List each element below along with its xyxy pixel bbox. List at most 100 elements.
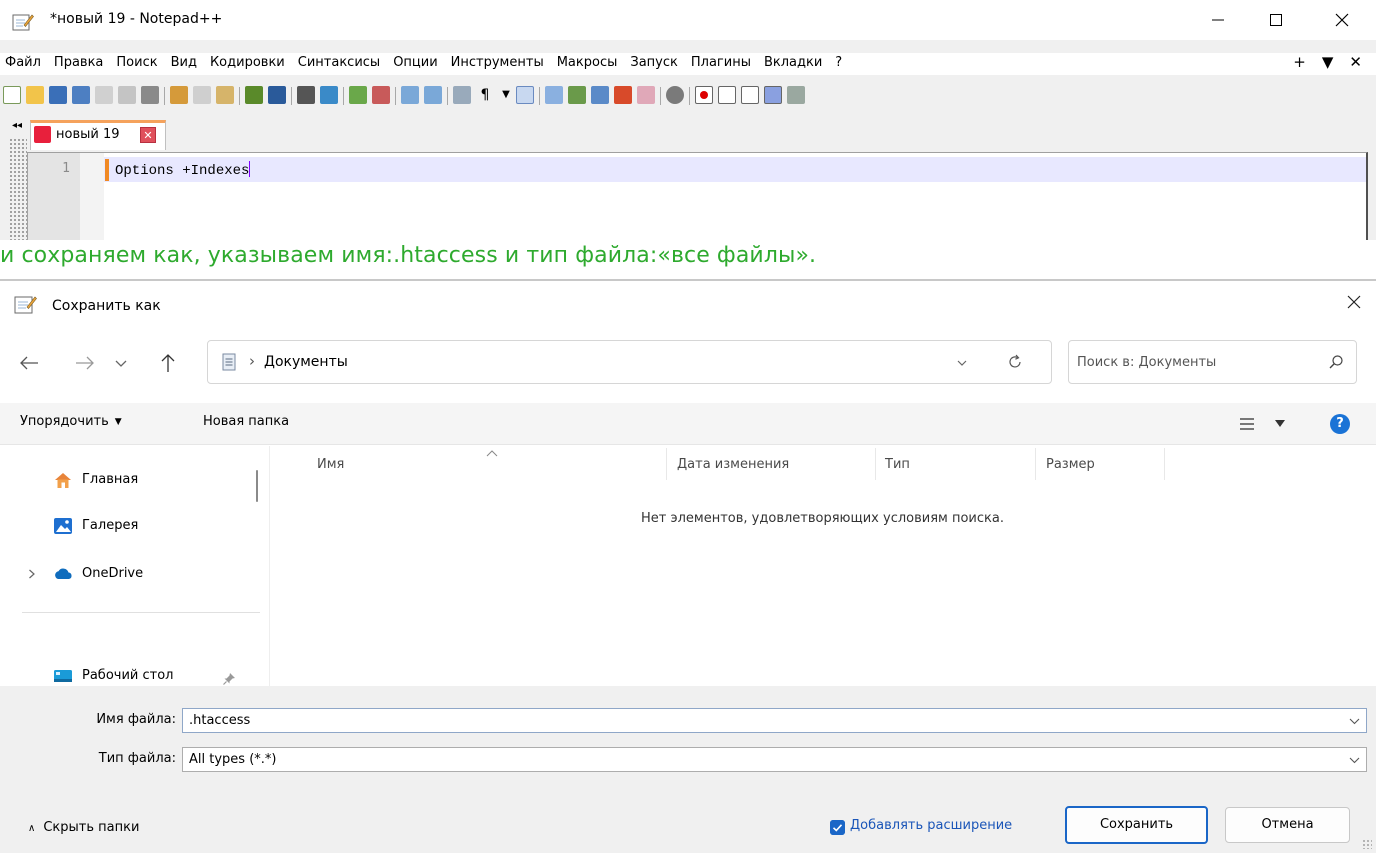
indent-guide-dropdown-icon[interactable]: ▼ [497,86,515,104]
pane-splitter[interactable] [269,446,270,686]
find-icon[interactable] [297,86,315,104]
menu-file[interactable]: Файл [5,55,41,70]
nav-item-onedrive[interactable]: OneDrive [0,559,250,589]
maximize-icon[interactable] [1264,10,1288,30]
hide-folders-toggle[interactable]: ∧ Скрыть папки [28,820,139,835]
zoom-in-icon[interactable] [349,86,367,104]
sync-horizontal-icon[interactable] [424,86,442,104]
menu-window[interactable]: Вкладки [764,55,822,70]
new-file-icon[interactable] [3,86,21,104]
doc-list-icon[interactable] [591,86,609,104]
menu-help[interactable]: ? [835,55,842,70]
search-icon[interactable] [1328,354,1344,370]
column-header-name[interactable]: Имя [317,457,344,472]
monitoring-icon[interactable] [666,86,684,104]
copy-icon[interactable] [193,86,211,104]
pin-icon[interactable] [222,672,236,686]
minimize-icon[interactable] [1206,10,1230,30]
editor-line[interactable]: Options +Indexes [115,161,251,179]
save-macro-icon[interactable] [787,86,805,104]
cancel-button[interactable]: Отмена [1225,807,1350,843]
word-wrap-icon[interactable] [453,86,471,104]
resize-grip[interactable] [1362,839,1372,849]
search-input[interactable] [1077,350,1307,374]
close-file-icon[interactable] [95,86,113,104]
add-extension-label[interactable]: Добавлять расширение [850,818,1012,833]
close-all-icon[interactable] [118,86,136,104]
sync-vertical-icon[interactable] [401,86,419,104]
play-macro-icon[interactable] [741,86,759,104]
column-separator[interactable] [666,448,667,480]
save-icon[interactable] [49,86,67,104]
menu-macro[interactable]: Макросы [557,55,618,70]
nav-pane-scrollbar[interactable] [256,470,258,502]
chevron-down-icon[interactable] [1349,716,1360,726]
undo-icon[interactable] [245,86,263,104]
tab-document[interactable]: новый 19 ✕ [30,120,166,150]
nav-item-home[interactable]: Главная [0,465,250,495]
menu-language[interactable]: Синтаксисы [298,55,380,70]
zoom-out-icon[interactable] [372,86,390,104]
search-box[interactable] [1068,340,1357,384]
column-header-date[interactable]: Дата изменения [677,457,789,472]
save-all-icon[interactable] [72,86,90,104]
stop-macro-icon[interactable] [718,86,736,104]
close-icon[interactable] [1330,10,1354,30]
chevron-down-icon[interactable] [955,356,969,370]
replace-icon[interactable] [320,86,338,104]
menu-run[interactable]: Запуск [630,55,678,70]
refresh-icon[interactable] [1006,353,1024,371]
add-extension-checkbox[interactable] [830,820,845,835]
menu-encoding[interactable]: Кодировки [210,55,285,70]
column-separator[interactable] [1035,448,1036,480]
save-button[interactable]: Сохранить [1065,806,1208,844]
npp-editor[interactable]: 1 Options +Indexes [27,152,1368,240]
cut-icon[interactable] [170,86,188,104]
show-all-chars-icon[interactable]: ¶ [476,86,494,104]
tab-close-icon[interactable]: ✕ [140,127,156,143]
record-macro-icon[interactable] [695,86,713,104]
menu-search[interactable]: Поиск [116,55,157,70]
open-file-icon[interactable] [26,86,44,104]
function-list-icon[interactable] [614,86,632,104]
breadcrumb-documents[interactable]: Документы [264,354,348,370]
tab-scroll-left-icon[interactable]: ◂◂ [12,120,22,131]
column-header-type[interactable]: Тип [885,457,910,472]
menu-view[interactable]: Вид [171,55,197,70]
print-icon[interactable] [141,86,159,104]
sort-ascending-icon [486,450,498,457]
run-macro-multiple-icon[interactable] [764,86,782,104]
organize-button[interactable]: Упорядочить ▼ [20,414,122,429]
menu-tools[interactable]: Инструменты [451,55,544,70]
up-arrow-icon[interactable] [159,352,177,374]
close-icon[interactable] [1342,291,1366,313]
new-folder-button[interactable]: Новая папка [203,414,289,429]
filename-field[interactable]: .htaccess [182,708,1367,733]
menu-settings[interactable]: Опции [393,55,437,70]
menu-close-doc-icon[interactable]: ✕ [1349,53,1362,71]
caret-down-icon[interactable] [1275,420,1285,428]
chevron-down-icon[interactable] [1349,755,1360,765]
paste-icon[interactable] [216,86,234,104]
filetype-select[interactable]: All types (*.*) [182,747,1367,772]
folder-workspace-icon[interactable] [637,86,655,104]
forward-arrow-icon[interactable] [74,354,96,372]
doc-map-icon[interactable] [568,86,586,104]
chevron-down-icon[interactable] [113,355,129,371]
menu-list-icon[interactable]: ▼ [1322,53,1334,71]
back-arrow-icon[interactable] [18,354,40,372]
column-separator[interactable] [875,448,876,480]
desktop-icon [54,670,72,682]
help-icon[interactable]: ? [1330,414,1350,434]
address-bar[interactable]: › Документы [207,340,1052,384]
menu-plugins[interactable]: Плагины [691,55,751,70]
chevron-right-icon[interactable] [28,569,36,579]
view-options-icon[interactable] [1238,416,1256,432]
column-separator[interactable] [1164,448,1165,480]
user-lang-icon[interactable] [545,86,563,104]
column-header-size[interactable]: Размер [1046,457,1095,472]
indent-guide-icon[interactable] [516,86,534,104]
menu-edit[interactable]: Правка [54,55,103,70]
redo-icon[interactable] [268,86,286,104]
menu-add-icon[interactable]: + [1293,53,1306,71]
